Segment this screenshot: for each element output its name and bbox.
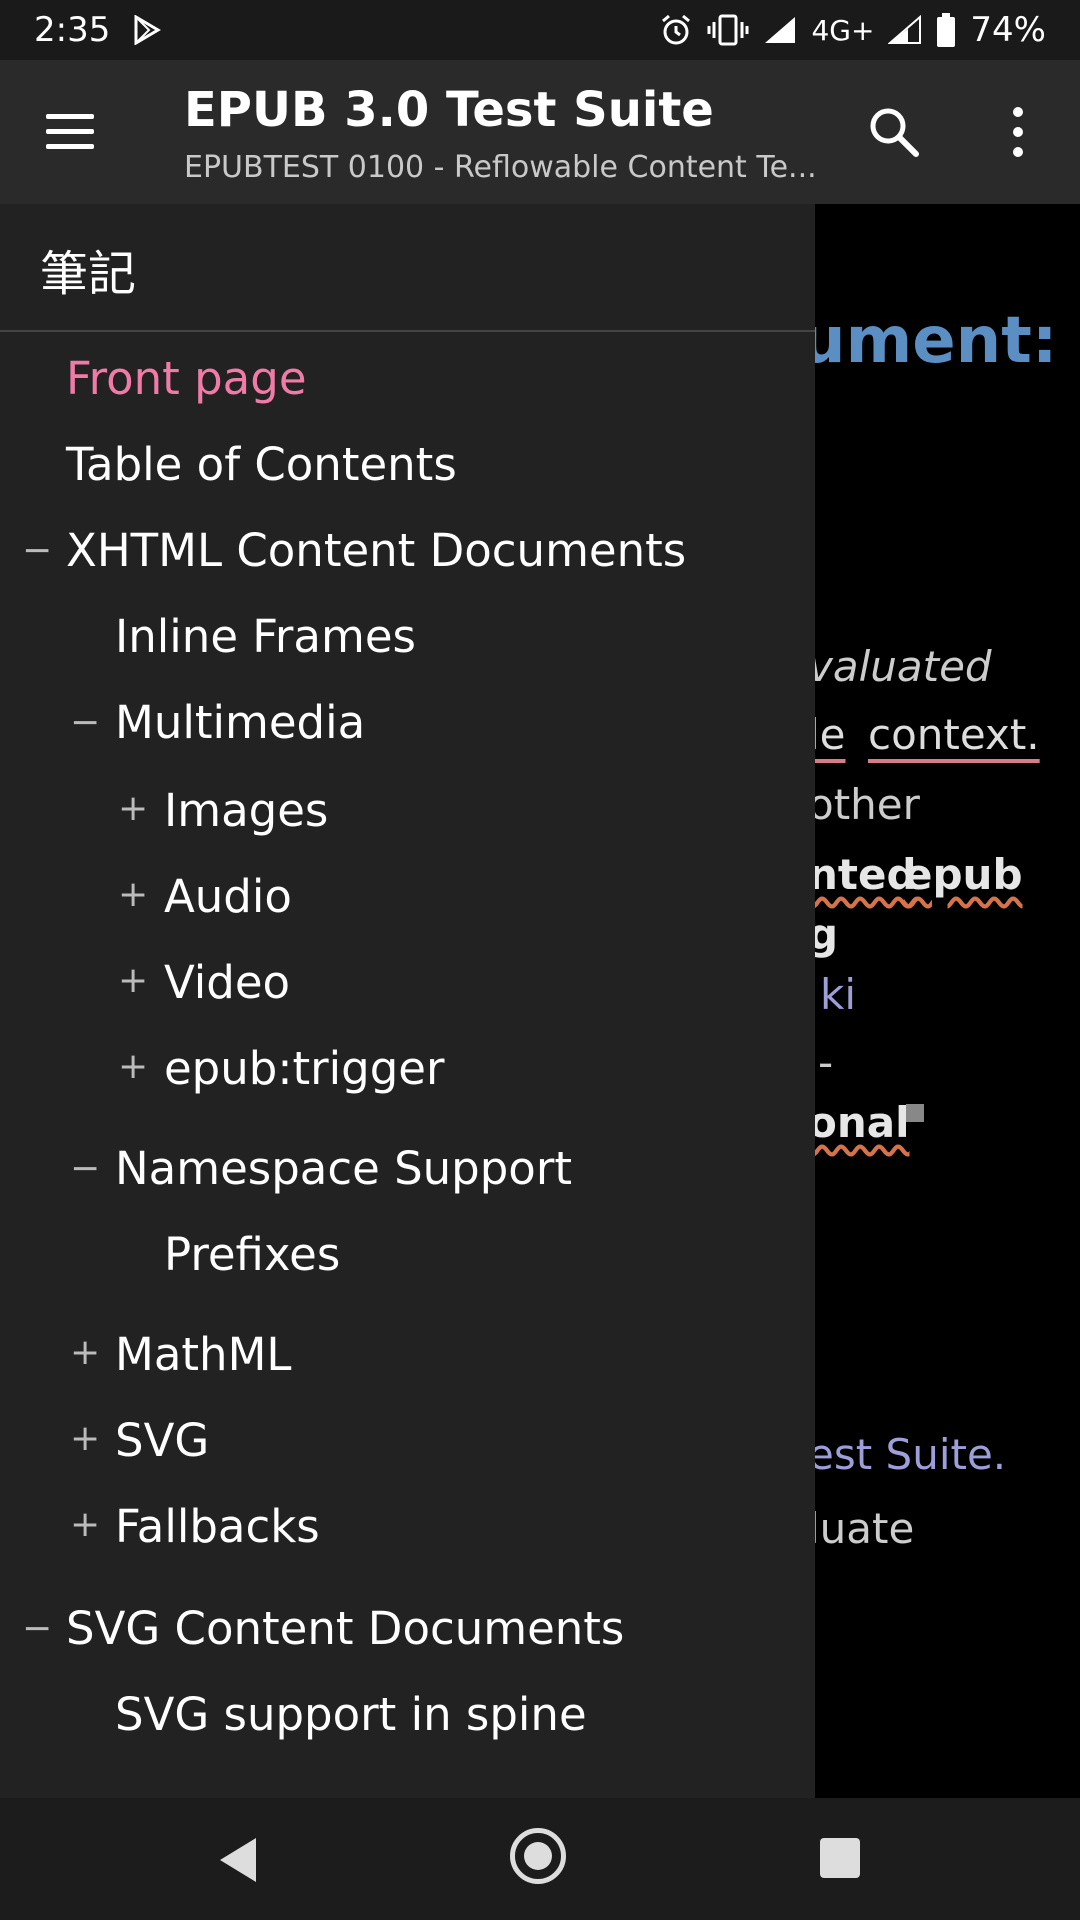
toc-audio[interactable]: Audio — [164, 870, 292, 923]
collapse-icon[interactable]: − — [70, 1148, 100, 1189]
expand-icon[interactable]: + — [70, 1332, 100, 1373]
content-text: other — [808, 780, 920, 829]
toc-xhtml-content-documents[interactable]: XHTML Content Documents — [66, 524, 686, 577]
play-store-icon — [134, 15, 162, 45]
nav-recent-icon[interactable] — [820, 1838, 860, 1878]
navigation-drawer: 筆記 Front page Table of Contents − XHTML … — [0, 204, 815, 1798]
app-bar: EPUB 3.0 Test Suite EPUBTEST 0100 - Refl… — [0, 60, 1080, 204]
footnote-marker — [906, 1104, 924, 1122]
app-subtitle: EPUBTEST 0100 - Reflowable Content Te... — [184, 150, 817, 185]
content-heading: ument: — [800, 304, 1058, 378]
toc-svg-support-in-spine[interactable]: SVG support in spine — [115, 1688, 587, 1741]
toc-epub-trigger[interactable]: epub:trigger — [164, 1042, 444, 1095]
toc-table-of-contents[interactable]: Table of Contents — [66, 438, 457, 491]
content-link[interactable]: ki — [820, 970, 856, 1019]
collapse-icon[interactable]: − — [22, 530, 52, 571]
expand-icon[interactable]: + — [118, 1046, 148, 1087]
content-text: nted — [808, 850, 917, 899]
content-text: luate — [808, 1504, 915, 1553]
expand-icon[interactable]: + — [118, 788, 148, 829]
toc-multimedia[interactable]: Multimedia — [115, 696, 365, 749]
nav-back-icon[interactable] — [216, 1836, 260, 1884]
expand-icon[interactable]: + — [118, 960, 148, 1001]
hamburger-menu-icon[interactable] — [46, 114, 94, 150]
signal-icon — [765, 17, 796, 43]
drawer-divider — [0, 330, 815, 332]
toc-mathml[interactable]: MathML — [115, 1328, 291, 1381]
toc-svg[interactable]: SVG — [115, 1414, 209, 1467]
signal-icon-2 — [888, 15, 922, 44]
app-title: EPUB 3.0 Test Suite — [184, 82, 714, 138]
alarm-icon — [662, 14, 691, 45]
battery-percent: 74% — [970, 10, 1046, 50]
battery-icon — [937, 13, 956, 47]
toc-namespace-support[interactable]: Namespace Support — [115, 1142, 572, 1195]
more-vertical-icon[interactable] — [1000, 104, 1036, 160]
expand-icon[interactable]: + — [118, 874, 148, 915]
toc-video[interactable]: Video — [164, 956, 290, 1009]
status-bar: 2:35 4G+ 74% — [0, 0, 1080, 60]
toc-prefixes[interactable]: Prefixes — [164, 1228, 340, 1281]
toc-svg-content-documents[interactable]: SVG Content Documents — [66, 1602, 624, 1655]
toc-inline-frames[interactable]: Inline Frames — [115, 610, 416, 663]
system-nav-bar — [0, 1798, 1080, 1920]
collapse-icon[interactable]: − — [22, 1608, 52, 1649]
content-text: onal — [808, 1098, 910, 1147]
content-text: - — [818, 1038, 834, 1087]
search-icon[interactable] — [866, 104, 922, 160]
toc-images[interactable]: Images — [164, 784, 328, 837]
status-time: 2:35 — [34, 10, 111, 50]
content-link[interactable]: est Suite. — [808, 1430, 1006, 1479]
toc-front-page[interactable]: Front page — [66, 352, 307, 405]
vibrate-icon — [707, 14, 749, 46]
toc-fallbacks[interactable]: Fallbacks — [115, 1500, 320, 1553]
network-type: 4G+ — [811, 13, 875, 47]
drawer-header: 筆記 — [40, 246, 137, 302]
content-text: valuated — [808, 642, 992, 691]
expand-icon[interactable]: + — [70, 1418, 100, 1459]
content-text: epub — [904, 850, 1023, 899]
content-link[interactable]: context. — [868, 710, 1040, 759]
nav-home-icon[interactable] — [510, 1828, 566, 1884]
expand-icon[interactable]: + — [70, 1504, 100, 1545]
collapse-icon[interactable]: − — [70, 702, 100, 743]
